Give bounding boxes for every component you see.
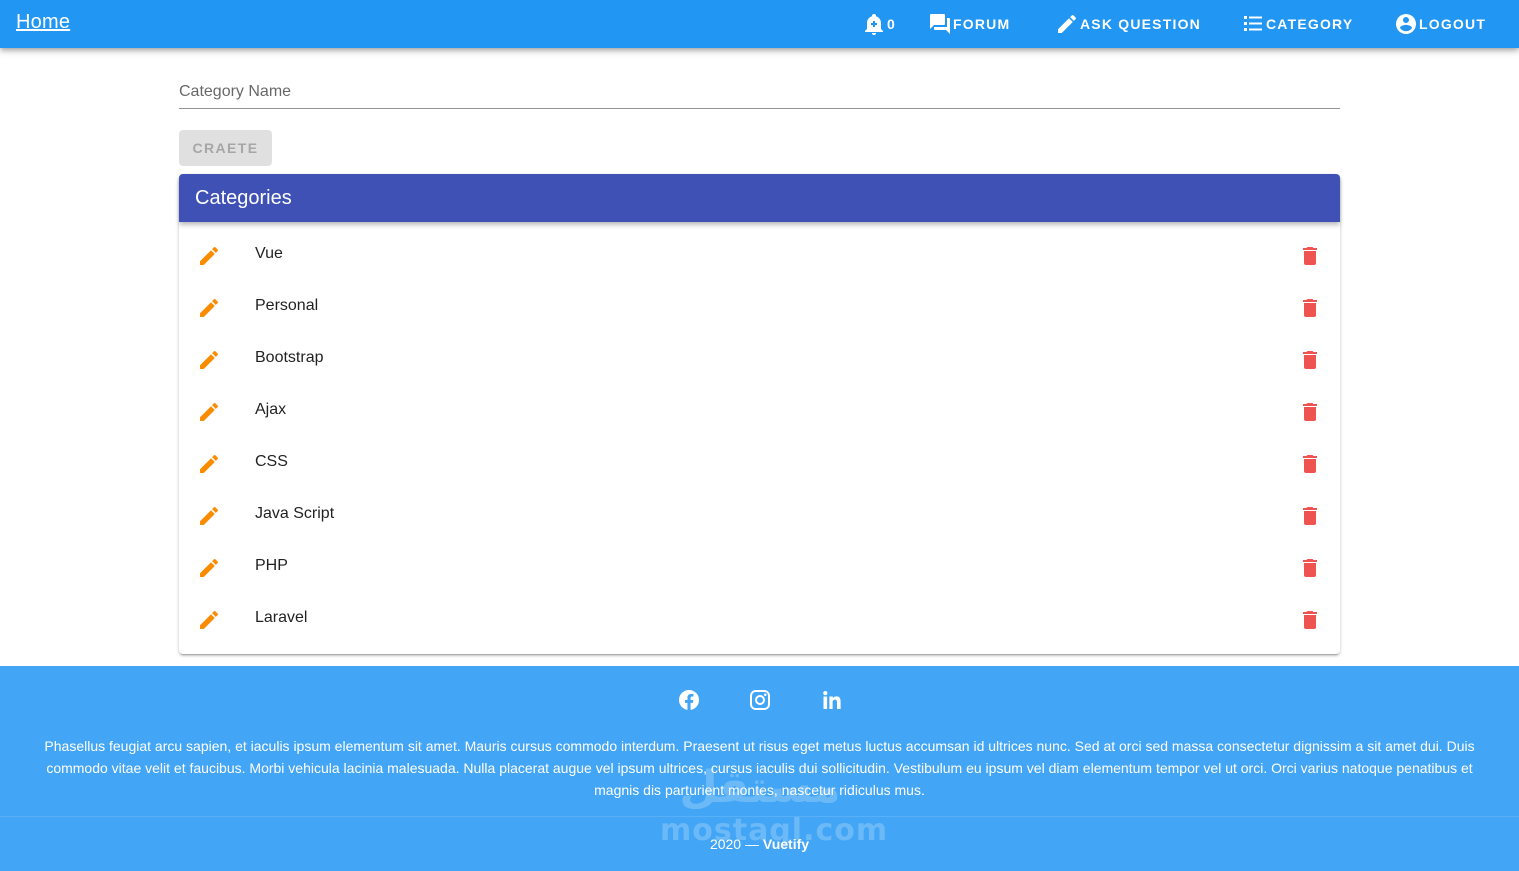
pencil-icon[interactable] — [197, 556, 221, 580]
notifications-button[interactable]: 0 — [862, 0, 896, 48]
list-item: Personal — [179, 282, 1340, 334]
list-item: Laravel — [179, 594, 1340, 646]
delete-icon[interactable] — [1298, 400, 1322, 424]
list-icon — [1244, 16, 1262, 31]
categories-toolbar: Categories — [179, 174, 1340, 222]
pencil-icon[interactable] — [197, 296, 221, 320]
categories-list: Vue Personal Bootstrap Ajax CSS Java Scr… — [179, 222, 1340, 646]
forum-label: FORUM — [953, 16, 1011, 32]
linkedin-icon[interactable] — [820, 688, 844, 712]
notification-count: 0 — [887, 16, 896, 32]
category-label: Bootstrap — [255, 349, 324, 366]
list-item: PHP — [179, 542, 1340, 594]
forum-button[interactable]: FORUM — [928, 0, 1010, 48]
footer: Phasellus feugiat arcu sapien, et iaculi… — [0, 666, 1519, 871]
facebook-icon[interactable] — [677, 688, 701, 712]
delete-icon[interactable] — [1298, 296, 1322, 320]
delete-icon[interactable] — [1298, 348, 1322, 372]
category-label: Laravel — [255, 609, 308, 626]
pencil-icon — [1058, 14, 1076, 34]
category-name-field — [179, 78, 1340, 109]
pencil-icon[interactable] — [197, 244, 221, 268]
ask-question-button[interactable]: ASK QUESTION — [1055, 0, 1201, 48]
account-circle-icon — [1396, 14, 1416, 34]
delete-icon[interactable] — [1298, 452, 1322, 476]
delete-icon[interactable] — [1298, 608, 1322, 632]
delete-icon[interactable] — [1298, 556, 1322, 580]
list-item: Ajax — [179, 386, 1340, 438]
category-label: Java Script — [255, 505, 335, 522]
bell-plus-icon — [865, 14, 883, 35]
delete-icon[interactable] — [1298, 504, 1322, 528]
pencil-icon[interactable] — [197, 348, 221, 372]
copyright-brand: Vuetify — [762, 836, 810, 852]
list-item: Bootstrap — [179, 334, 1340, 386]
copyright-year: 2020 — — [709, 836, 759, 852]
category-label: CSS — [255, 453, 288, 470]
categories-card: Categories Vue Personal Bootstrap Ajax C… — [179, 174, 1340, 654]
forum-icon — [930, 14, 950, 34]
category-label: Vue — [255, 245, 283, 262]
logout-button[interactable]: LOGOUT — [1394, 0, 1486, 48]
instagram-icon[interactable] — [748, 688, 772, 712]
home-link[interactable]: Home — [16, 11, 70, 34]
top-app-bar: Home 0 FORUM ASK QUESTION CATEGORY LOGOU… — [0, 0, 1519, 48]
card-title: Categories — [195, 186, 292, 209]
category-label: Ajax — [255, 401, 287, 418]
footer-text: Phasellus feugiat arcu sapien, et iaculi… — [44, 738, 1475, 798]
logout-label: LOGOUT — [1419, 16, 1487, 32]
list-item: CSS — [179, 438, 1340, 490]
category-label: PHP — [255, 557, 288, 574]
ask-question-label: ASK QUESTION — [1080, 16, 1201, 32]
create-button[interactable]: CRAETE — [179, 130, 272, 166]
category-label: CATEGORY — [1266, 16, 1354, 32]
pencil-icon[interactable] — [197, 452, 221, 476]
list-item: Java Script — [179, 490, 1340, 542]
pencil-icon[interactable] — [197, 608, 221, 632]
category-name-input[interactable] — [179, 78, 1340, 106]
delete-icon[interactable] — [1298, 244, 1322, 268]
pencil-icon[interactable] — [197, 400, 221, 424]
category-button[interactable]: CATEGORY — [1241, 0, 1353, 48]
category-label: Personal — [255, 297, 319, 314]
list-item: Vue — [179, 230, 1340, 282]
footer-divider — [0, 816, 1519, 817]
pencil-icon[interactable] — [197, 504, 221, 528]
copyright: 2020 — Vuetify — [0, 836, 1519, 852]
